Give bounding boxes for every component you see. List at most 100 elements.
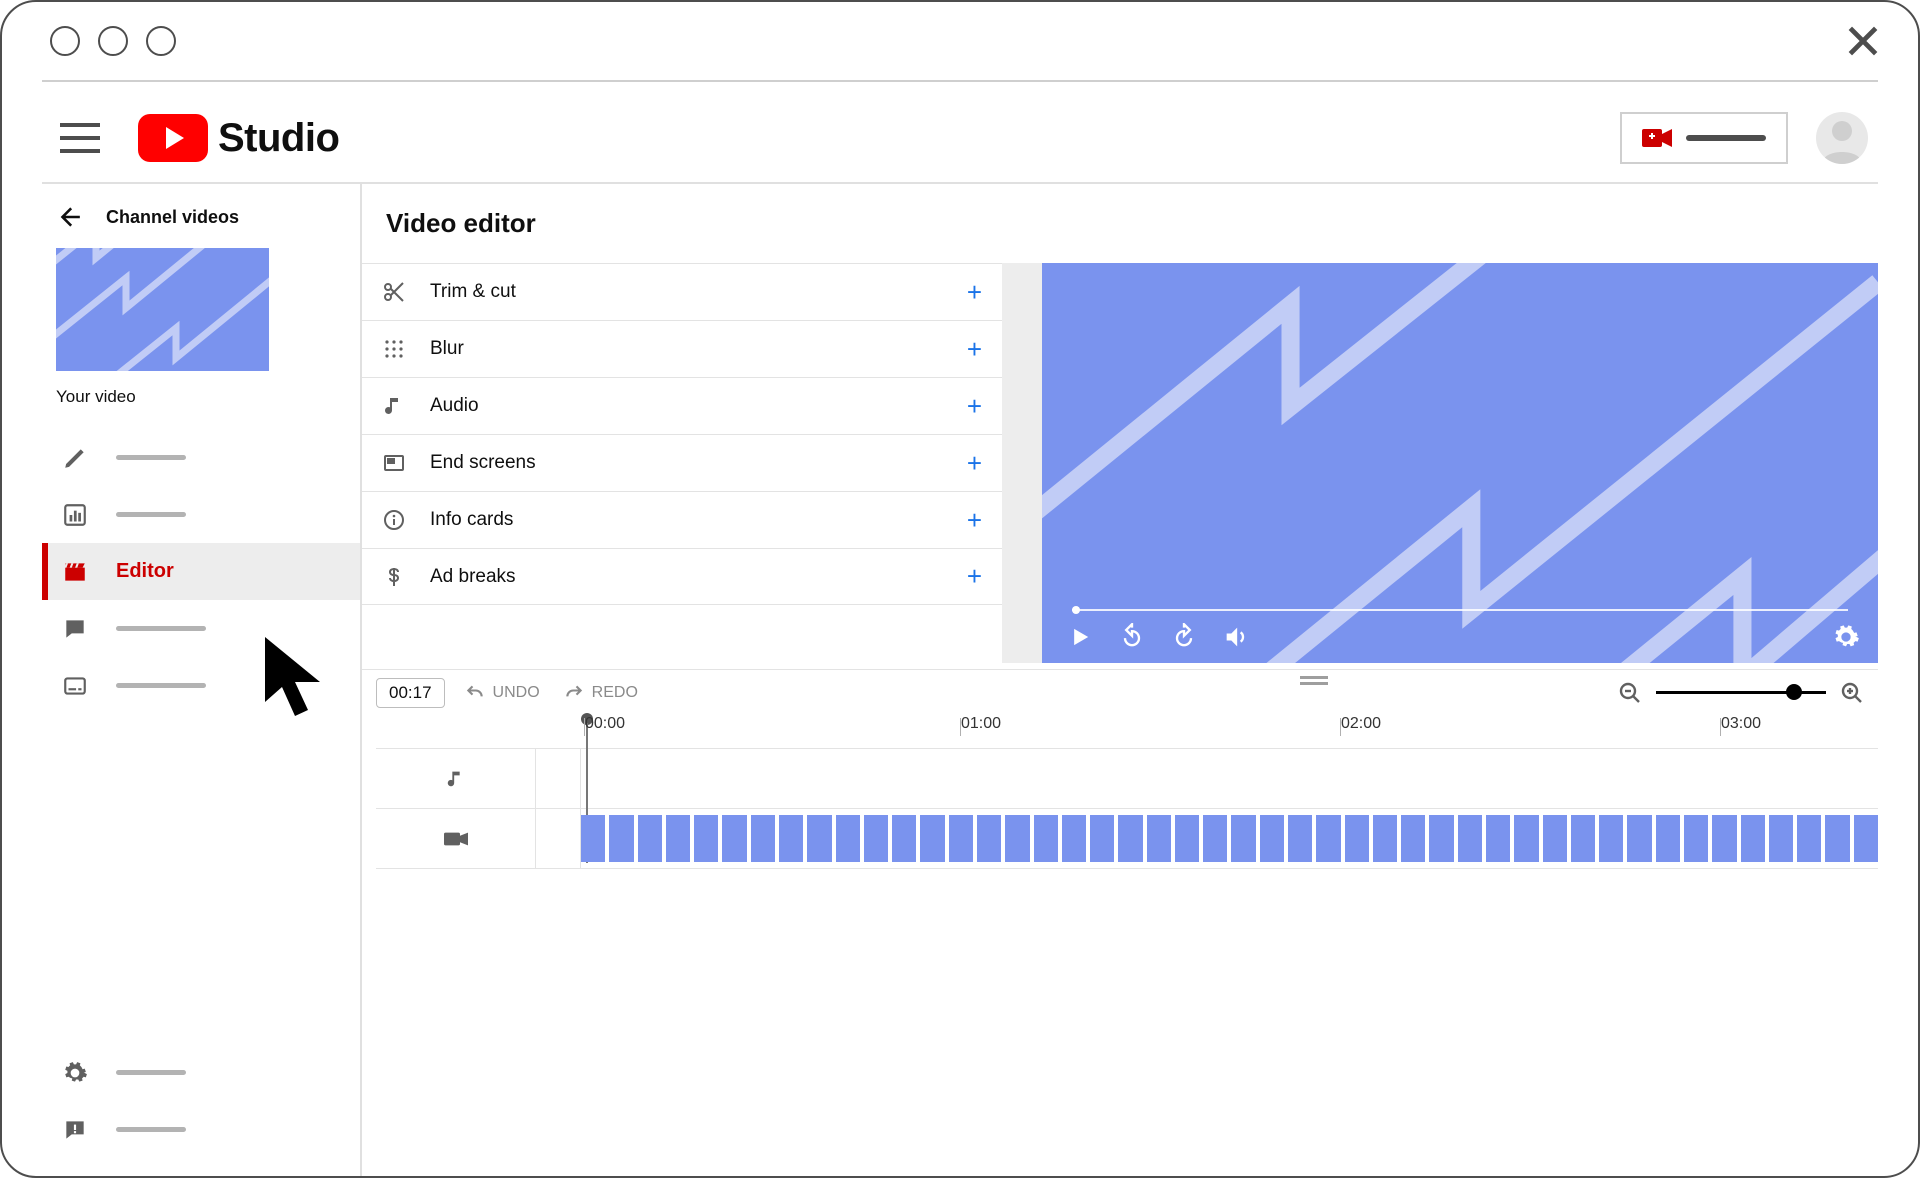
tool-label: Audio <box>430 395 943 417</box>
plus-icon[interactable]: + <box>967 334 982 365</box>
video-preview[interactable] <box>1042 263 1878 663</box>
timeline-ruler[interactable]: 00:00 01:00 02:00 03:00 <box>376 715 1878 749</box>
camera-plus-icon <box>1642 127 1672 149</box>
divider <box>42 80 1878 82</box>
music-note-icon <box>382 394 406 418</box>
plus-icon[interactable]: + <box>967 561 982 592</box>
rewind-10-icon[interactable] <box>1118 623 1146 651</box>
grid-icon <box>382 337 406 361</box>
create-button[interactable] <box>1620 112 1788 164</box>
play-icon[interactable] <box>1066 623 1094 651</box>
video-thumbnail[interactable] <box>56 248 269 371</box>
app-header: Studio <box>42 94 1878 184</box>
analytics-icon <box>62 502 88 528</box>
tool-label: Ad breaks <box>430 566 943 588</box>
placeholder-line <box>116 1070 186 1075</box>
tool-end-screens[interactable]: End screens + <box>362 434 1002 491</box>
preview-gutter <box>1002 263 1042 663</box>
zoom-in-icon[interactable] <box>1840 681 1864 705</box>
your-video-label: Your video <box>42 377 360 429</box>
progress-bar[interactable] <box>1072 609 1848 611</box>
ruler-tick: 00:00 <box>585 715 625 733</box>
undo-label: UNDO <box>493 684 540 702</box>
back-to-channel-videos[interactable]: Channel videos <box>42 204 360 248</box>
zoom-slider[interactable] <box>1656 691 1826 694</box>
redo-button[interactable]: REDO <box>564 683 638 703</box>
placeholder-line <box>116 683 206 688</box>
placeholder-line <box>116 626 206 631</box>
sidebar-item-details[interactable] <box>42 429 360 486</box>
scissors-icon <box>382 280 406 304</box>
ruler-tick: 02:00 <box>1341 715 1381 733</box>
menu-icon[interactable] <box>60 118 100 158</box>
timeline-track-video[interactable] <box>376 809 1878 869</box>
sidebar-item-subtitles[interactable] <box>42 657 360 714</box>
video-camera-icon <box>444 829 468 849</box>
timecode-input[interactable]: 00:17 <box>376 678 445 708</box>
sidebar-item-settings[interactable] <box>42 1044 360 1101</box>
sidebar-item-feedback[interactable] <box>42 1101 360 1158</box>
endscreen-icon <box>382 451 406 475</box>
timeline-track-audio[interactable] <box>376 749 1878 809</box>
back-label: Channel videos <box>106 207 239 228</box>
plus-icon[interactable]: + <box>967 391 982 422</box>
placeholder-line <box>116 512 186 517</box>
tool-label: Info cards <box>430 509 943 531</box>
tool-ad-breaks[interactable]: Ad breaks + <box>362 548 1002 605</box>
tool-audio[interactable]: Audio + <box>362 377 1002 434</box>
redo-icon <box>564 683 584 703</box>
redo-label: REDO <box>592 684 638 702</box>
window-traffic-lights <box>50 26 176 56</box>
placeholder-line <box>1686 135 1766 141</box>
zoom-out-icon[interactable] <box>1618 681 1642 705</box>
sidebar-item-comments[interactable] <box>42 600 360 657</box>
studio-logo[interactable]: Studio <box>138 114 339 162</box>
close-icon[interactable] <box>1844 22 1882 60</box>
sidebar: Channel videos Your video <box>42 184 362 1176</box>
volume-icon[interactable] <box>1222 623 1250 651</box>
window-title-bar <box>2 2 1918 80</box>
sidebar-item-analytics[interactable] <box>42 486 360 543</box>
undo-icon <box>465 683 485 703</box>
tool-label: End screens <box>430 452 943 474</box>
editor-tools-list: Trim & cut + Blur + Audio + <box>362 263 1002 663</box>
youtube-play-icon <box>138 114 208 162</box>
account-avatar[interactable] <box>1816 112 1868 164</box>
pencil-icon <box>62 445 88 471</box>
window-dot[interactable] <box>146 26 176 56</box>
undo-button[interactable]: UNDO <box>465 683 540 703</box>
ruler-tick: 03:00 <box>1721 715 1761 733</box>
gear-icon[interactable] <box>1832 623 1860 651</box>
placeholder-line <box>116 455 186 460</box>
window-dot[interactable] <box>50 26 80 56</box>
main-content: Video editor Trim & cut + Blur + <box>362 184 1878 1176</box>
arrow-left-icon <box>56 204 82 230</box>
subtitles-icon <box>62 673 88 699</box>
video-clip[interactable] <box>581 815 1878 862</box>
ruler-tick: 01:00 <box>961 715 1001 733</box>
sidebar-item-editor[interactable]: Editor <box>42 543 360 600</box>
page-title: Video editor <box>362 184 1878 263</box>
brand-text: Studio <box>218 116 339 161</box>
window-dot[interactable] <box>98 26 128 56</box>
tool-trim-cut[interactable]: Trim & cut + <box>362 263 1002 320</box>
dollar-icon <box>382 565 406 589</box>
sidebar-item-label: Editor <box>116 560 174 583</box>
plus-icon[interactable]: + <box>967 277 982 308</box>
info-icon <box>382 508 406 532</box>
tool-label: Trim & cut <box>430 281 943 303</box>
tool-label: Blur <box>430 338 943 360</box>
clapper-icon <box>62 559 88 585</box>
feedback-icon <box>62 1117 88 1143</box>
forward-10-icon[interactable] <box>1170 623 1198 651</box>
drag-handle-icon[interactable] <box>1300 676 1328 685</box>
timeline: 00:17 UNDO REDO <box>362 669 1878 869</box>
plus-icon[interactable]: + <box>967 448 982 479</box>
music-note-icon <box>445 768 467 790</box>
tool-info-cards[interactable]: Info cards + <box>362 491 1002 548</box>
placeholder-line <box>116 1127 186 1132</box>
gear-icon <box>62 1060 88 1086</box>
comment-icon <box>62 616 88 642</box>
plus-icon[interactable]: + <box>967 505 982 536</box>
tool-blur[interactable]: Blur + <box>362 320 1002 377</box>
